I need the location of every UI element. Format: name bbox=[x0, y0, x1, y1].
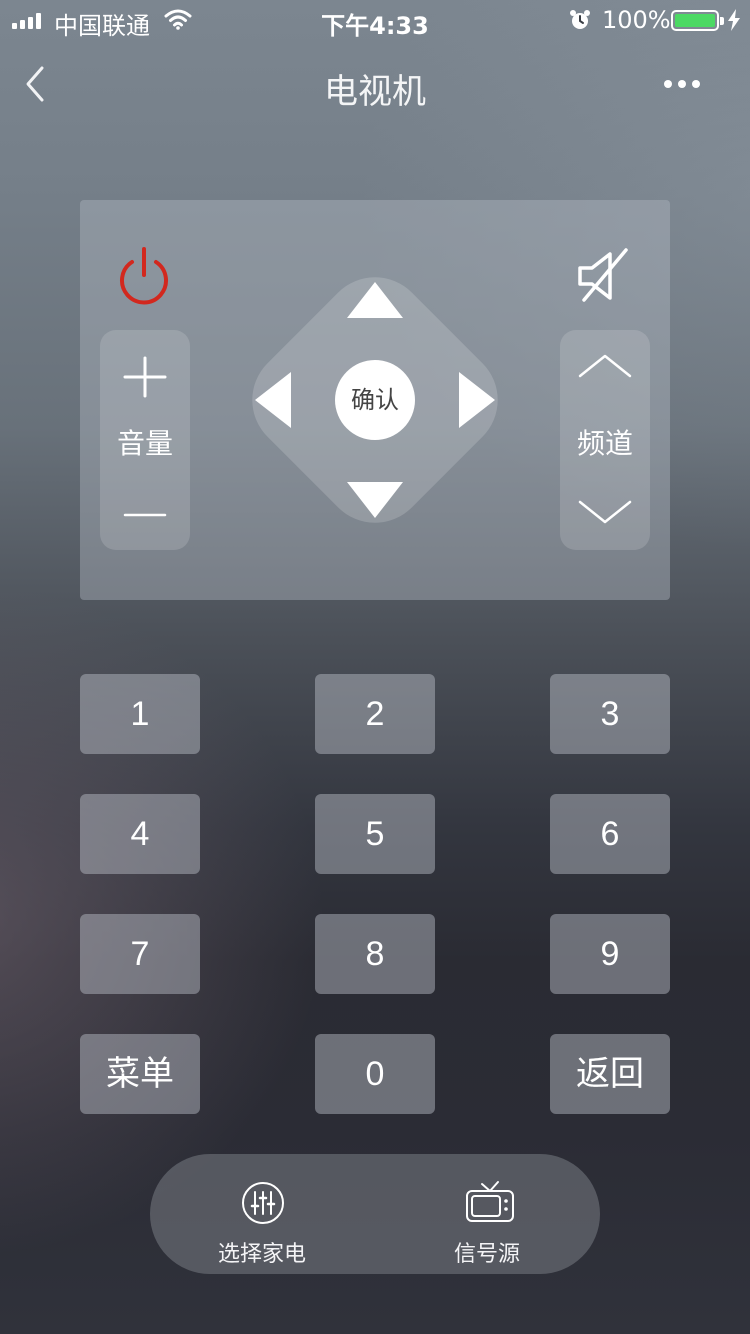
minus-icon bbox=[123, 513, 167, 517]
arrow-down-button[interactable] bbox=[343, 478, 407, 522]
signal-source-label: 信号源 bbox=[453, 1242, 520, 1267]
ok-button[interactable]: 确认 bbox=[335, 360, 415, 440]
battery-fill bbox=[675, 14, 715, 27]
battery-percent: 100% bbox=[602, 6, 671, 34]
key-0[interactable]: 0 bbox=[315, 1034, 435, 1114]
key-9[interactable]: 9 bbox=[550, 914, 670, 994]
direction-pad: 确认 bbox=[225, 250, 525, 550]
mute-button[interactable] bbox=[572, 244, 636, 308]
return-button[interactable]: 返回 bbox=[550, 1034, 670, 1114]
alarm-icon bbox=[570, 10, 590, 29]
equalizer-icon bbox=[242, 1182, 284, 1224]
power-icon bbox=[120, 247, 168, 305]
channel-down-button[interactable] bbox=[560, 480, 650, 550]
key-1[interactable]: 1 bbox=[80, 674, 200, 754]
key-6[interactable]: 6 bbox=[550, 794, 670, 874]
key-4[interactable]: 4 bbox=[80, 794, 200, 874]
channel-label: 频道 bbox=[576, 427, 633, 460]
remote-control-panel: 音量 确认 频道 bbox=[80, 200, 670, 600]
power-button[interactable] bbox=[113, 243, 175, 309]
chevron-up-icon bbox=[578, 354, 632, 378]
bottom-action-bar: 选择家电 信号源 bbox=[150, 1154, 600, 1274]
channel-up-button[interactable] bbox=[560, 340, 650, 410]
arrow-up-button[interactable] bbox=[343, 278, 407, 322]
battery-icon bbox=[671, 10, 724, 31]
key-2[interactable]: 2 bbox=[315, 674, 435, 754]
select-appliance-button[interactable]: 选择家电 bbox=[172, 1154, 352, 1274]
signal-source-button[interactable]: 信号源 bbox=[397, 1154, 577, 1274]
volume-up-button[interactable] bbox=[100, 340, 190, 410]
charging-icon bbox=[728, 9, 740, 31]
arrow-left-button[interactable] bbox=[251, 368, 295, 432]
key-5[interactable]: 5 bbox=[315, 794, 435, 874]
chevron-down-icon bbox=[578, 500, 632, 524]
more-button[interactable] bbox=[658, 70, 710, 98]
volume-control: 音量 bbox=[100, 330, 190, 550]
arrow-right-button[interactable] bbox=[455, 368, 499, 432]
key-8[interactable]: 8 bbox=[315, 914, 435, 994]
select-appliance-label: 选择家电 bbox=[217, 1242, 306, 1267]
key-7[interactable]: 7 bbox=[80, 914, 200, 994]
volume-down-button[interactable] bbox=[100, 480, 190, 550]
volume-label: 音量 bbox=[116, 427, 173, 460]
mute-icon bbox=[578, 248, 628, 302]
key-3[interactable]: 3 bbox=[550, 674, 670, 754]
page-title: 电视机 bbox=[324, 72, 426, 112]
plus-icon bbox=[123, 356, 167, 398]
more-dots-icon bbox=[664, 80, 700, 88]
nav-bar: 电视机 bbox=[0, 40, 750, 128]
tv-icon bbox=[466, 1181, 514, 1222]
channel-control: 频道 bbox=[560, 330, 650, 550]
menu-button[interactable]: 菜单 bbox=[80, 1034, 200, 1114]
status-bar: 中国联通 下午4:33 100% bbox=[0, 0, 750, 40]
